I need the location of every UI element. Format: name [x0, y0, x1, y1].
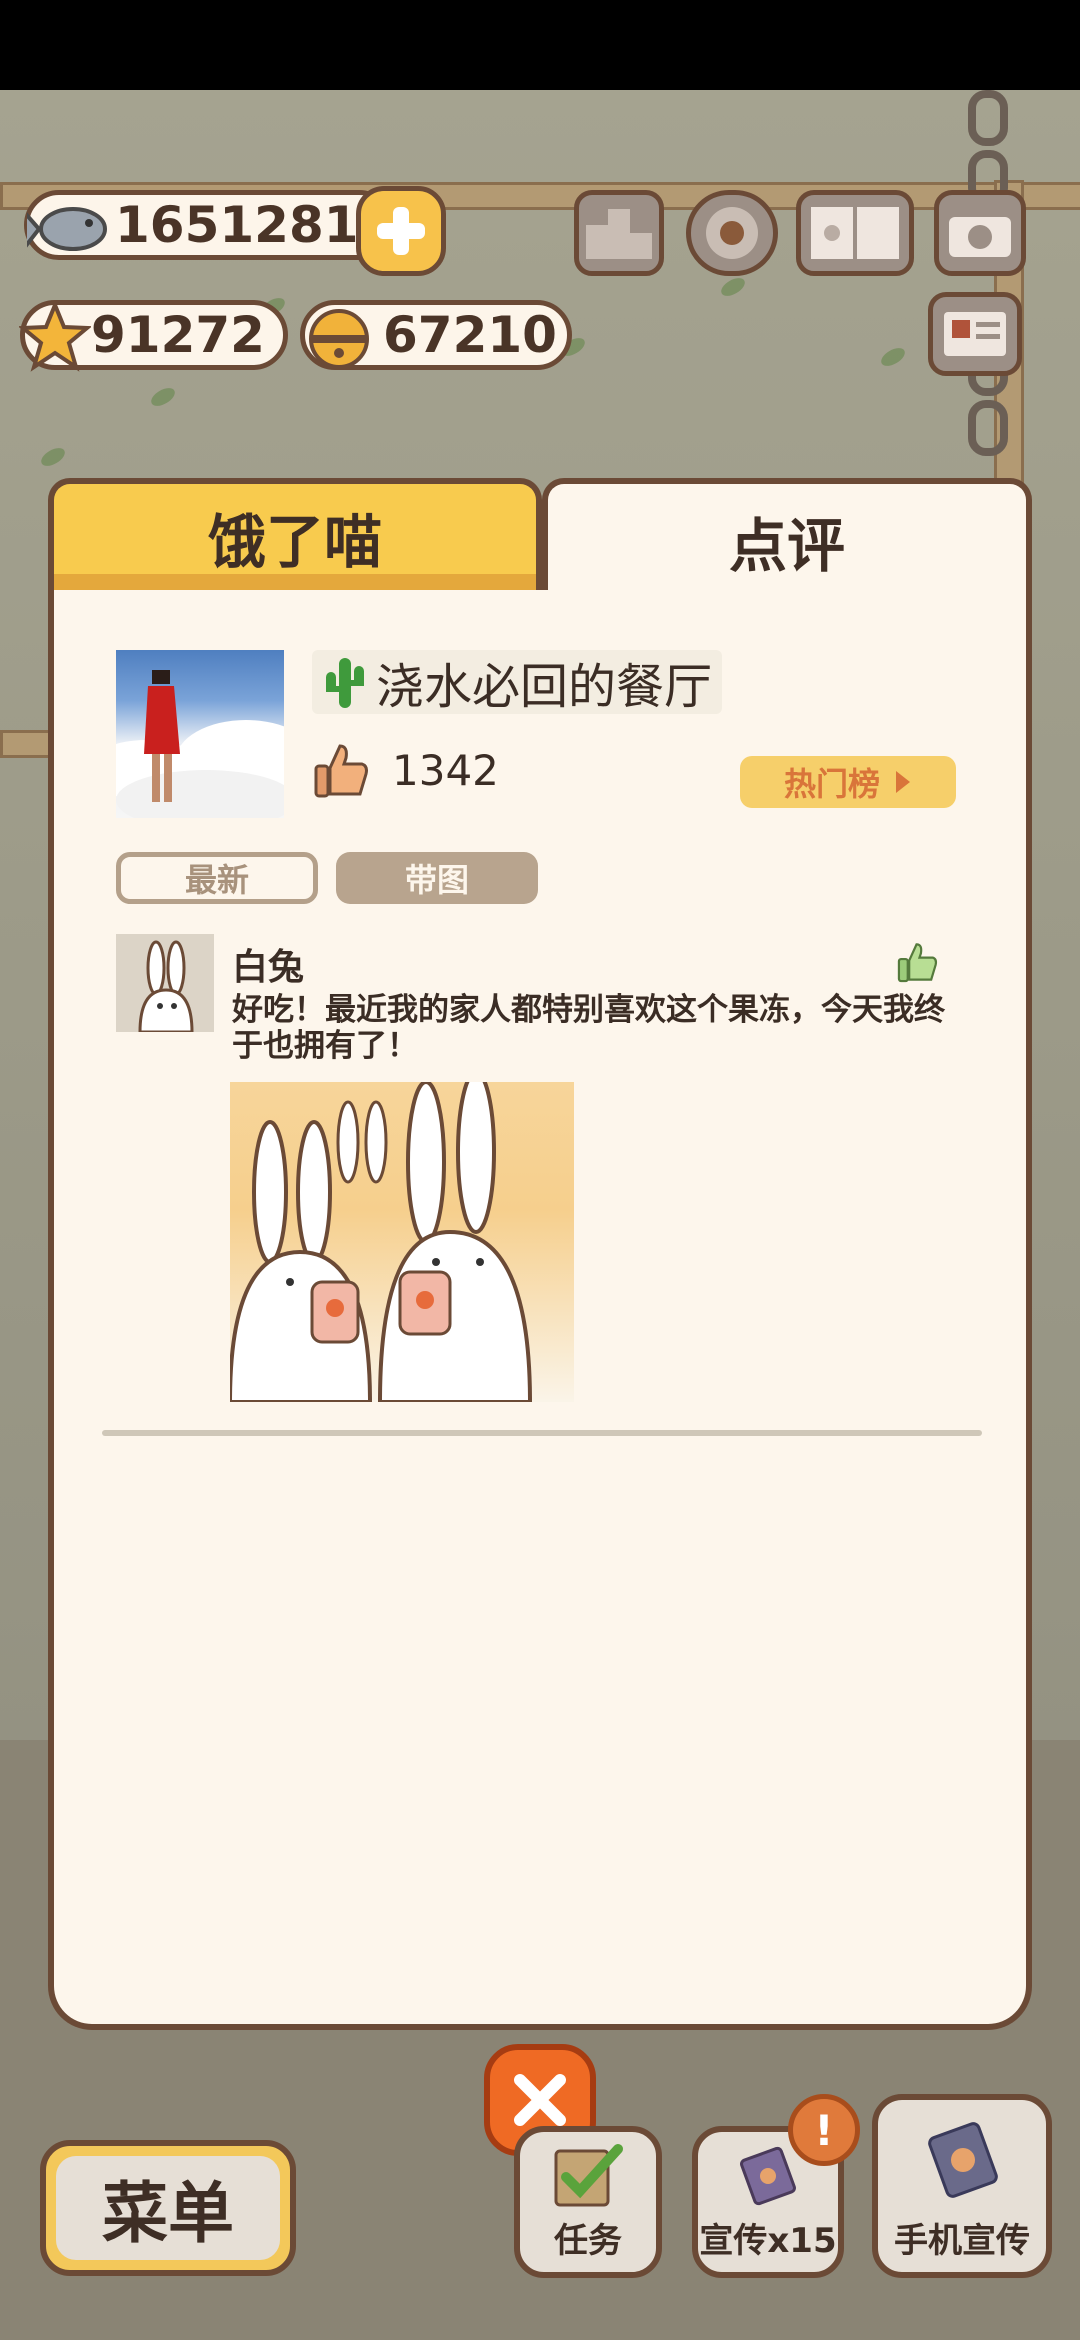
- reviews-panel: 浇水必回的餐厅 1342 热门榜 最新 带图 白兔 好吃！最近我的家人都特别喜欢…: [48, 590, 1032, 2030]
- star-currency: 91272: [17, 299, 288, 372]
- tasks-button[interactable]: 任务: [514, 2126, 662, 2278]
- cactus-icon: [326, 658, 364, 708]
- camera-icon: [949, 217, 1011, 257]
- profile-card-button[interactable]: [928, 292, 1022, 376]
- restaurant-likes: 1342: [312, 740, 499, 800]
- alert-badge: !: [788, 2094, 860, 2166]
- filter-latest[interactable]: 最新: [116, 852, 318, 904]
- hot-ranking-button[interactable]: 热门榜: [740, 756, 956, 808]
- tab-eleme[interactable]: 饿了喵: [48, 478, 542, 590]
- promo-label: 宣传x15: [699, 2221, 837, 2261]
- fish-icon: [23, 193, 117, 271]
- like-count: 1342: [392, 745, 499, 795]
- restaurant-title: 浇水必回的餐厅: [312, 650, 723, 715]
- ranking-button[interactable]: [574, 190, 664, 276]
- status-bar: [0, 0, 1080, 90]
- filter-label: 最新: [184, 861, 249, 899]
- alert-badge-label: !: [814, 2105, 834, 2155]
- flyer-icon: [740, 2146, 796, 2206]
- gear-icon: [706, 207, 758, 259]
- podium-icon: [586, 209, 652, 259]
- tasks-label: 任务: [554, 2221, 622, 2261]
- guide-book-button[interactable]: [796, 190, 914, 276]
- checklist-icon: [554, 2144, 623, 2207]
- restaurant-photo: [116, 650, 284, 818]
- star-count: 91272: [91, 306, 265, 364]
- fish-count: 16512818: [115, 196, 394, 254]
- divider: [102, 1430, 982, 1436]
- review-dialog: 饿了喵 点评 浇水必回的餐厅 1342 热门榜 最新 带图 白兔 好吃！最近我的…: [48, 478, 1032, 2030]
- thumbs-up-icon: [314, 744, 368, 798]
- review-text: 好吃！最近我的家人都特别喜欢这个果冻，今天我终于也拥有了！: [232, 992, 945, 1064]
- plus-icon: [377, 207, 425, 255]
- phone-promo-button[interactable]: 手机宣传: [872, 2094, 1052, 2278]
- close-icon: [514, 2074, 566, 2126]
- star-icon: [17, 299, 93, 377]
- bell-icon: [303, 301, 375, 377]
- reviewer-name: 白兔: [232, 947, 305, 988]
- phone-promo-label: 手机宣传: [894, 2221, 1030, 2261]
- restaurant-name: 浇水必回的餐厅: [376, 659, 713, 715]
- review-image[interactable]: [230, 1082, 574, 1402]
- reviewer-avatar: [116, 934, 214, 1032]
- thumbs-up-icon: [897, 943, 938, 983]
- tab-reviews[interactable]: 点评: [542, 478, 1032, 598]
- add-fish-button[interactable]: [356, 186, 446, 276]
- review-like-button[interactable]: [896, 940, 940, 988]
- tab-label: 饿了喵: [207, 508, 382, 576]
- filter-with-images[interactable]: 带图: [336, 852, 538, 904]
- filter-label: 带图: [404, 861, 469, 899]
- menu-label: 菜单: [102, 2175, 234, 2252]
- camera-button[interactable]: [934, 190, 1026, 276]
- phone-flyer-icon: [928, 2122, 998, 2198]
- book-icon: [811, 207, 899, 259]
- hot-ranking-label: 热门榜: [783, 765, 880, 803]
- arrow-right-icon: [896, 771, 910, 793]
- menu-button[interactable]: 菜单: [40, 2140, 296, 2276]
- bell-currency: 67210: [300, 300, 572, 370]
- settings-button[interactable]: [686, 190, 778, 276]
- tab-label: 点评: [728, 512, 845, 580]
- bell-count: 67210: [383, 306, 557, 364]
- id-card-icon: [944, 312, 1006, 356]
- fish-currency: 16512818: [23, 190, 394, 260]
